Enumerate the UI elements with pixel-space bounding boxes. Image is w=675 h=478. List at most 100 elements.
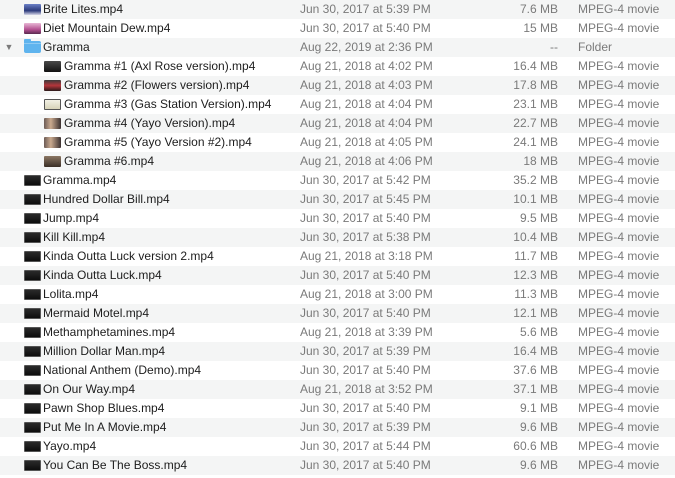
file-kind: MPEG-4 movie	[578, 363, 660, 377]
file-kind: MPEG-4 movie	[578, 344, 660, 358]
file-row[interactable]: Lolita.mp4 Aug 21, 2018 at 3:00 PM 11.3 MB…	[0, 285, 675, 304]
file-kind: MPEG-4 movie	[578, 211, 660, 225]
file-size: 16.4 MB	[513, 59, 558, 73]
video-thumbnail-icon	[44, 99, 61, 110]
file-row[interactable]: National Anthem (Demo).mp4 Jun 30, 2017 a…	[0, 361, 675, 380]
file-size: 37.6 MB	[513, 363, 558, 377]
date-modified: Jun 30, 2017 at 5:40 PM	[300, 401, 431, 415]
file-kind: MPEG-4 movie	[578, 249, 660, 263]
file-row[interactable]: Methamphetamines.mp4 Aug 21, 2018 at 3:39…	[0, 323, 675, 342]
date-modified: Jun 30, 2017 at 5:40 PM	[300, 306, 431, 320]
file-size: 16.4 MB	[513, 344, 558, 358]
file-kind: MPEG-4 movie	[578, 420, 660, 434]
file-row[interactable]: On Our Way.mp4 Aug 21, 2018 at 3:52 PM 37.…	[0, 380, 675, 399]
video-thumbnail-icon	[24, 384, 41, 395]
date-modified: Jun 30, 2017 at 5:40 PM	[300, 363, 431, 377]
file-row[interactable]: Gramma #4 (Yayo Version).mp4 Aug 21, 2018…	[0, 114, 675, 133]
folder-row[interactable]: ▼ Gramma Aug 22, 2019 at 2:36 PM -- Folder	[0, 38, 675, 57]
file-name: Gramma #1 (Axl Rose version).mp4	[64, 59, 256, 73]
file-name: Brite Lites.mp4	[43, 2, 124, 16]
file-name: Methamphetamines.mp4	[43, 325, 176, 339]
video-thumbnail-icon	[24, 422, 41, 433]
file-row[interactable]: Put Me In A Movie.mp4 Jun 30, 2017 at 5:3…	[0, 418, 675, 437]
file-kind: MPEG-4 movie	[578, 268, 660, 282]
disclosure-triangle-icon[interactable]: ▼	[4, 38, 14, 57]
video-thumbnail-icon	[24, 175, 41, 186]
video-thumbnail-icon	[24, 327, 41, 338]
file-kind: MPEG-4 movie	[578, 97, 660, 111]
file-kind: MPEG-4 movie	[578, 458, 660, 472]
file-row[interactable]: Kinda Outta Luck.mp4 Jun 30, 2017 at 5:40…	[0, 266, 675, 285]
file-row[interactable]: Yayo.mp4 Jun 30, 2017 at 5:44 PM 60.6 MB MP…	[0, 437, 675, 456]
date-modified: Aug 21, 2018 at 4:02 PM	[300, 59, 433, 73]
video-thumbnail-icon	[24, 289, 41, 300]
file-row[interactable]: Jump.mp4 Jun 30, 2017 at 5:40 PM 9.5 MB MPE…	[0, 209, 675, 228]
file-row[interactable]: Million Dollar Man.mp4 Jun 30, 2017 at 5:…	[0, 342, 675, 361]
file-row[interactable]: Gramma #3 (Gas Station Version).mp4 Aug 2…	[0, 95, 675, 114]
file-size: 9.6 MB	[519, 458, 558, 472]
file-size: 37.1 MB	[513, 382, 558, 396]
file-row[interactable]: Gramma #1 (Axl Rose version).mp4 Aug 21, …	[0, 57, 675, 76]
file-kind: MPEG-4 movie	[578, 78, 660, 92]
date-modified: Jun 30, 2017 at 5:39 PM	[300, 344, 431, 358]
file-size: 11.7 MB	[514, 249, 558, 263]
file-list: Brite Lites.mp4 Jun 30, 2017 at 5:39 PM 7.…	[0, 0, 675, 475]
file-row[interactable]: Gramma #2 (Flowers version).mp4 Aug 21, 2…	[0, 76, 675, 95]
file-size: 5.6 MB	[519, 325, 558, 339]
video-thumbnail-icon	[24, 441, 41, 452]
file-row[interactable]: Kill Kill.mp4 Jun 30, 2017 at 5:38 PM 10.4…	[0, 228, 675, 247]
date-modified: Jun 30, 2017 at 5:42 PM	[300, 173, 431, 187]
file-name: Kill Kill.mp4	[43, 230, 106, 244]
file-row[interactable]: Hundred Dollar Bill.mp4 Jun 30, 2017 at 5…	[0, 190, 675, 209]
file-name: Mermaid Motel.mp4	[43, 306, 150, 320]
video-thumbnail-icon	[24, 270, 41, 281]
file-kind: MPEG-4 movie	[578, 439, 660, 453]
file-row[interactable]: Kinda Outta Luck version 2.mp4 Aug 21, 20…	[0, 247, 675, 266]
file-name: You Can Be The Boss.mp4	[43, 458, 188, 472]
file-size: 10.1 MB	[513, 192, 558, 206]
file-row[interactable]: Gramma #6.mp4 Aug 21, 2018 at 4:06 PM 18 M…	[0, 152, 675, 171]
file-name: National Anthem (Demo).mp4	[43, 363, 202, 377]
file-row[interactable]: Diet Mountain Dew.mp4 Jun 30, 2017 at 5:4…	[0, 19, 675, 38]
file-size: 10.4 MB	[513, 230, 558, 244]
file-name: Put Me In A Movie.mp4	[43, 420, 167, 434]
video-thumbnail-icon	[24, 346, 41, 357]
file-kind: MPEG-4 movie	[578, 154, 660, 168]
file-name: Gramma #4 (Yayo Version).mp4	[64, 116, 236, 130]
file-kind: MPEG-4 movie	[578, 401, 660, 415]
file-kind: MPEG-4 movie	[578, 230, 660, 244]
file-kind: MPEG-4 movie	[578, 192, 660, 206]
video-thumbnail-icon	[24, 365, 41, 376]
folder-icon	[24, 39, 41, 53]
file-size: --	[550, 40, 558, 54]
file-kind: MPEG-4 movie	[578, 135, 660, 149]
video-thumbnail-icon	[24, 251, 41, 262]
file-row[interactable]: Gramma #5 (Yayo Version #2).mp4 Aug 21, 2…	[0, 133, 675, 152]
file-size: 35.2 MB	[513, 173, 558, 187]
date-modified: Aug 21, 2018 at 4:03 PM	[300, 78, 433, 92]
file-kind: MPEG-4 movie	[578, 287, 660, 301]
file-row[interactable]: Gramma.mp4 Jun 30, 2017 at 5:42 PM 35.2 MB…	[0, 171, 675, 190]
file-name: Hundred Dollar Bill.mp4	[43, 192, 170, 206]
file-name: Jump.mp4	[43, 211, 100, 225]
file-size: 24.1 MB	[513, 135, 558, 149]
file-row[interactable]: You Can Be The Boss.mp4 Jun 30, 2017 at 5…	[0, 456, 675, 475]
file-name: Diet Mountain Dew.mp4	[43, 21, 171, 35]
file-name: Gramma #5 (Yayo Version #2).mp4	[64, 135, 252, 149]
file-row[interactable]: Mermaid Motel.mp4 Jun 30, 2017 at 5:40 PM…	[0, 304, 675, 323]
video-thumbnail-icon	[24, 403, 41, 414]
video-thumbnail-icon	[24, 232, 41, 243]
date-modified: Aug 21, 2018 at 4:06 PM	[300, 154, 433, 168]
file-size: 9.1 MB	[519, 401, 558, 415]
file-name: Million Dollar Man.mp4	[43, 344, 166, 358]
file-name: Kinda Outta Luck version 2.mp4	[43, 249, 214, 263]
date-modified: Aug 21, 2018 at 4:05 PM	[300, 135, 433, 149]
file-kind: MPEG-4 movie	[578, 325, 660, 339]
file-size: 11.3 MB	[514, 287, 558, 301]
file-name: Lolita.mp4	[43, 287, 99, 301]
file-kind: Folder	[578, 40, 613, 54]
file-row[interactable]: Brite Lites.mp4 Jun 30, 2017 at 5:39 PM 7.…	[0, 0, 675, 19]
file-size: 23.1 MB	[513, 97, 558, 111]
file-name: Pawn Shop Blues.mp4	[43, 401, 165, 415]
file-row[interactable]: Pawn Shop Blues.mp4 Jun 30, 2017 at 5:40 …	[0, 399, 675, 418]
